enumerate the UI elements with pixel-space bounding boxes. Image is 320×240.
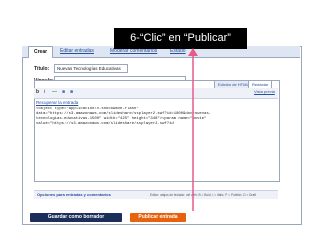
- editor-toolbar: b i — ■ ■ Vista previa: [34, 88, 278, 99]
- tab-crear[interactable]: Crear: [28, 46, 54, 58]
- keyboard-shortcuts-text: Editor: atajos de teclado: ctrl with: B …: [150, 193, 257, 197]
- image-button[interactable]: ■: [70, 89, 73, 95]
- post-options-toggle[interactable]: Opciones para entradas y comentarios: [37, 191, 111, 199]
- tab-editar-entradas[interactable]: Editar entradas: [60, 48, 94, 54]
- options-bar: Opciones para entradas y comentarios Edi…: [34, 190, 278, 199]
- title-label: Título:: [34, 66, 50, 72]
- publish-button[interactable]: Publicar entrada: [130, 213, 186, 222]
- bold-button[interactable]: b: [36, 89, 39, 95]
- code-line: value="https://s3.amazonaws.com/slidesha…: [36, 122, 174, 126]
- pointer-arrow-icon: [188, 48, 198, 211]
- instruction-banner: 6-“Clic” en “Publicar”: [114, 28, 247, 49]
- quote-button[interactable]: ■: [62, 89, 65, 95]
- recover-post-link[interactable]: Recuperar la entrada: [36, 100, 78, 105]
- save-draft-button[interactable]: Guardar como borrador: [30, 213, 122, 222]
- title-input[interactable]: Nuevas Tecnologías Educativas: [54, 64, 128, 73]
- link-button[interactable]: —: [52, 89, 57, 95]
- mode-tabs: Edición de HTML Redactar: [34, 80, 278, 89]
- italic-button[interactable]: i: [44, 89, 45, 95]
- html-code-area[interactable]: <object type="application/x-shockwave-fl…: [36, 107, 274, 127]
- preview-link[interactable]: Vista previa: [254, 89, 275, 94]
